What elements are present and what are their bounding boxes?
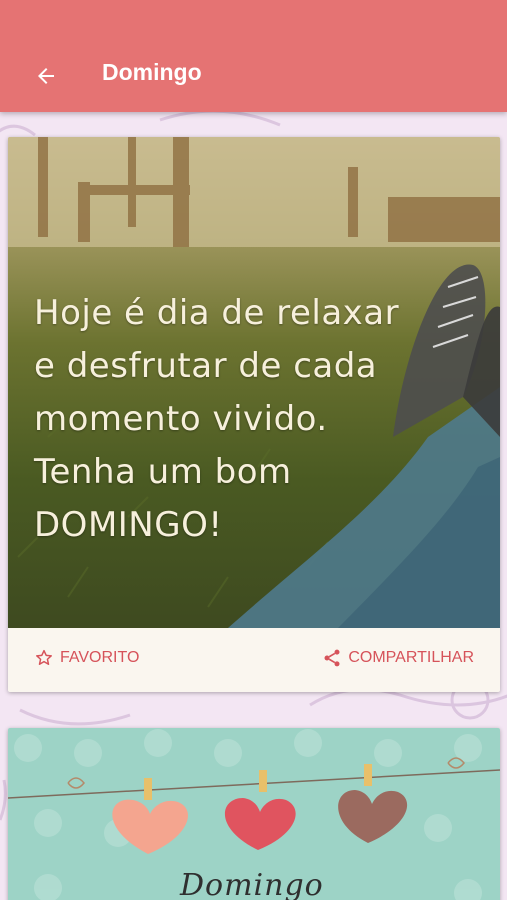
quote-line: DOMINGO! [34,505,223,545]
share-label: COMPARTILHAR [348,649,474,666]
app-bar: Domingo [0,0,507,112]
favorite-button[interactable]: FAVORITO [34,648,139,668]
quote-line: e desfrutar de cada [34,346,378,386]
quote-text: Hoje é dia de relaxar e desfrutar de cad… [34,287,414,552]
quote-image[interactable]: Hoje é dia de relaxar e desfrutar de cad… [8,137,500,628]
page-title: Domingo [102,59,202,85]
quote-line: Tenha um bom [34,452,292,492]
favorite-label: FAVORITO [60,649,140,666]
quote-image[interactable]: Domingo [8,728,500,900]
arrow-left-icon [38,68,54,84]
quote-line: Hoje é dia de relaxar [34,293,400,333]
quote-line: momento vivido. [34,399,328,439]
share-icon [324,649,340,667]
quote-card: Hoje é dia de relaxar e desfrutar de cad… [8,137,500,692]
share-button[interactable]: COMPARTILHAR [322,648,474,668]
back-button[interactable] [26,56,66,96]
card-actions: FAVORITO COMPARTILHAR [8,628,500,692]
star-outline-icon [36,649,52,665]
quote-card: Domingo [8,728,500,900]
card-image-title: Domingo [180,868,324,900]
